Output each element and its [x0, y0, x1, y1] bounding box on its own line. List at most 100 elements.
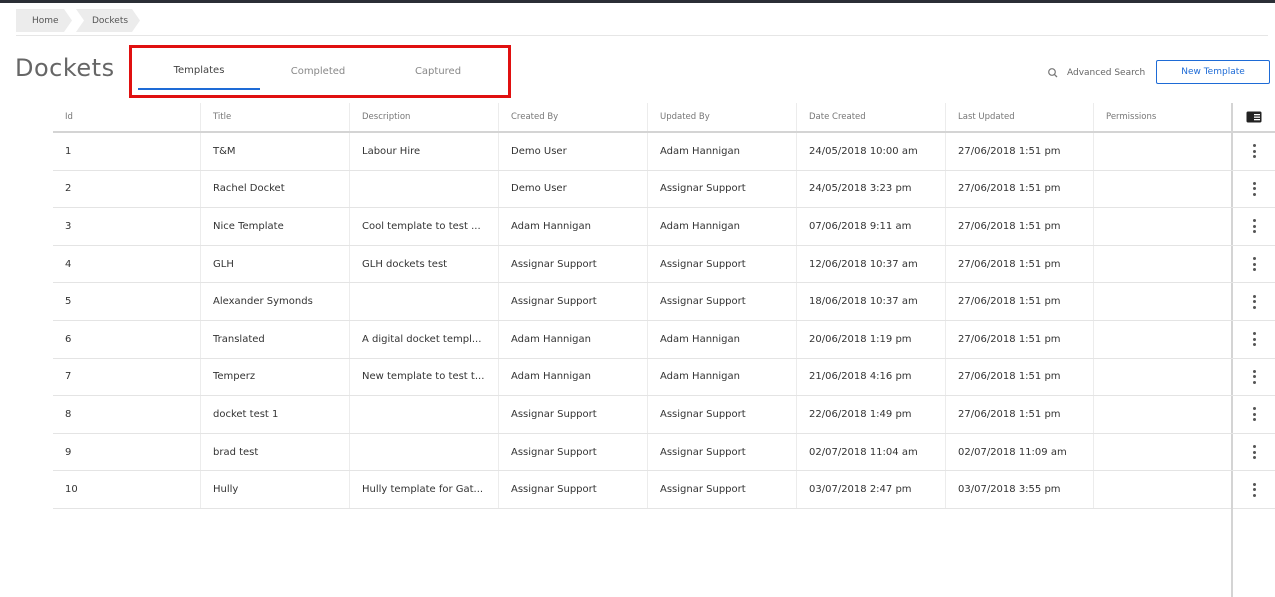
cell-last-updated: 27/06/2018 1:51 pm	[946, 320, 1094, 358]
page-title: Dockets	[15, 54, 115, 82]
breadcrumb-dockets[interactable]: Dockets	[76, 9, 140, 32]
table-row[interactable]: 4 GLH GLH dockets test Assignar Support Assi…	[53, 245, 1275, 284]
cell-description: Hully template for Gat...	[350, 471, 499, 508]
row-actions-button[interactable]	[1231, 245, 1275, 283]
cell-description: New template to test t...	[350, 358, 499, 396]
cell-title: GLH	[201, 245, 350, 283]
column-header-permissions[interactable]: Permissions	[1094, 103, 1231, 131]
cell-description: A digital docket templ...	[350, 320, 499, 358]
cell-id: 1	[53, 133, 201, 170]
cell-created-by: Demo User	[499, 170, 648, 208]
cell-date-created: 03/07/2018 2:47 pm	[797, 471, 946, 508]
tab-completed[interactable]: Completed	[268, 52, 368, 90]
column-selector-button[interactable]	[1231, 103, 1275, 131]
column-header-date-created[interactable]: Date Created	[797, 103, 946, 131]
more-vertical-icon	[1252, 445, 1256, 460]
table-row[interactable]: 2 Rachel Docket Demo User Assignar Support 2…	[53, 170, 1275, 209]
cell-created-by: Adam Hannigan	[499, 208, 648, 245]
cell-id: 10	[53, 471, 201, 508]
cell-description	[350, 433, 499, 471]
cell-id: 4	[53, 245, 201, 283]
cell-created-by: Assignar Support	[499, 471, 648, 508]
cell-permissions	[1094, 283, 1231, 320]
cell-last-updated: 27/06/2018 1:51 pm	[946, 133, 1094, 170]
cell-permissions	[1094, 321, 1231, 358]
row-actions-button[interactable]	[1231, 283, 1275, 320]
breadcrumb-home[interactable]: Home	[16, 9, 72, 32]
cell-created-by: Assignar Support	[499, 433, 648, 471]
row-actions-button[interactable]	[1231, 208, 1275, 245]
cell-id: 7	[53, 358, 201, 396]
cell-description: GLH dockets test	[350, 245, 499, 283]
cell-permissions	[1094, 396, 1231, 433]
cell-date-created: 07/06/2018 9:11 am	[797, 208, 946, 245]
column-header-created-by[interactable]: Created By	[499, 103, 648, 131]
column-header-id[interactable]: Id	[53, 103, 201, 131]
cell-date-created: 21/06/2018 4:16 pm	[797, 358, 946, 396]
column-header-last-updated[interactable]: Last Updated	[946, 103, 1094, 131]
table-row[interactable]: 1 T&M Labour Hire Demo User Adam Hannigan 24/…	[53, 133, 1275, 171]
more-vertical-icon	[1252, 257, 1256, 272]
cell-id: 6	[53, 320, 201, 358]
more-vertical-icon	[1252, 369, 1256, 384]
row-actions-button[interactable]	[1231, 396, 1275, 433]
cell-last-updated: 27/06/2018 1:51 pm	[946, 358, 1094, 396]
advanced-search-label: Advanced Search	[1067, 68, 1146, 78]
cell-updated-by: Assignar Support	[648, 245, 797, 283]
cell-date-created: 20/06/2018 1:19 pm	[797, 320, 946, 358]
cell-title: Nice Template	[201, 208, 350, 245]
cell-updated-by: Assignar Support	[648, 396, 797, 433]
more-vertical-icon	[1252, 181, 1256, 196]
cell-last-updated: 27/06/2018 1:51 pm	[946, 170, 1094, 208]
cell-updated-by: Assignar Support	[648, 433, 797, 471]
breadcrumb: Home Dockets	[16, 9, 144, 32]
cell-created-by: Assignar Support	[499, 245, 648, 283]
row-actions-button[interactable]	[1231, 170, 1275, 208]
row-actions-button[interactable]	[1231, 133, 1275, 170]
column-header-description[interactable]: Description	[350, 103, 499, 131]
row-actions-button[interactable]	[1231, 471, 1275, 508]
cell-id: 5	[53, 283, 201, 320]
cell-updated-by: Assignar Support	[648, 283, 797, 320]
table-row[interactable]: 9 brad test Assignar Support Assignar Suppo…	[53, 433, 1275, 472]
cell-permissions	[1094, 171, 1231, 208]
advanced-search-link[interactable]: Advanced Search	[1046, 64, 1145, 82]
cell-date-created: 22/06/2018 1:49 pm	[797, 396, 946, 433]
table-row[interactable]: 10 Hully Hully template for Gat... Assignar…	[53, 471, 1275, 509]
row-actions-button[interactable]	[1231, 433, 1275, 471]
row-actions-button[interactable]	[1231, 320, 1275, 358]
more-vertical-icon	[1252, 144, 1256, 159]
cell-permissions	[1094, 246, 1231, 283]
search-icon	[1048, 68, 1058, 78]
cell-updated-by: Adam Hannigan	[648, 208, 797, 245]
table-row[interactable]: 7 Temperz New template to test t... Adam Ha…	[53, 358, 1275, 397]
cell-permissions	[1094, 434, 1231, 471]
row-actions-button[interactable]	[1231, 358, 1275, 396]
cell-description: Labour Hire	[350, 133, 499, 170]
cell-permissions	[1094, 133, 1231, 170]
new-template-button[interactable]: New Template	[1156, 60, 1270, 84]
cell-created-by: Assignar Support	[499, 283, 648, 320]
table-row[interactable]: 3 Nice Template Cool template to test ... A…	[53, 208, 1275, 246]
cell-last-updated: 27/06/2018 1:51 pm	[946, 245, 1094, 283]
cell-id: 9	[53, 433, 201, 471]
cell-created-by: Adam Hannigan	[499, 358, 648, 396]
cell-updated-by: Adam Hannigan	[648, 358, 797, 396]
cell-description: Cool template to test ...	[350, 208, 499, 245]
column-header-updated-by[interactable]: Updated By	[648, 103, 797, 131]
table-row[interactable]: 5 Alexander Symonds Assignar Support Assign…	[53, 283, 1275, 321]
table-row[interactable]: 8 docket test 1 Assignar Support Assignar S…	[53, 396, 1275, 434]
tab-captured[interactable]: Captured	[388, 52, 488, 90]
tab-bar: Templates Completed Captured	[138, 52, 498, 92]
cell-permissions	[1094, 208, 1231, 245]
tab-templates[interactable]: Templates	[138, 52, 260, 90]
cell-updated-by: Assignar Support	[648, 471, 797, 508]
cell-title: docket test 1	[201, 396, 350, 433]
cell-title: Alexander Symonds	[201, 283, 350, 320]
cell-date-created: 24/05/2018 10:00 am	[797, 133, 946, 170]
table-row[interactable]: 6 Translated A digital docket templ... Adam…	[53, 320, 1275, 359]
cell-last-updated: 27/06/2018 1:51 pm	[946, 283, 1094, 320]
table-header-row: Id Title Description Created By Updated …	[53, 103, 1275, 133]
column-header-title[interactable]: Title	[201, 103, 350, 131]
cell-title: Hully	[201, 471, 350, 508]
